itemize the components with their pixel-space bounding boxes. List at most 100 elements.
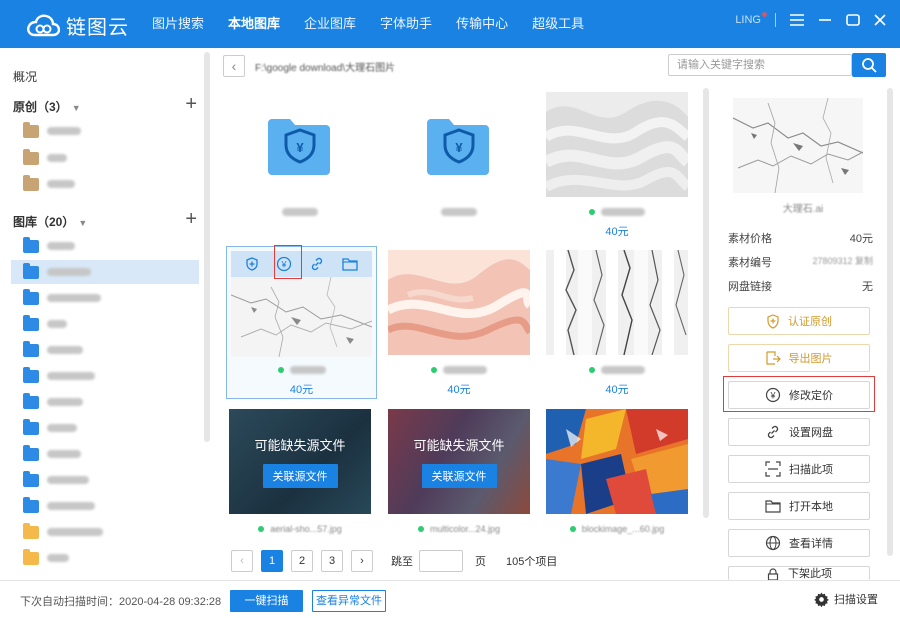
shield-plus-icon[interactable] (245, 257, 259, 271)
sidebar-item[interactable] (11, 338, 199, 362)
prop-price: 素材价格 40元 (728, 230, 873, 246)
page-jump-input[interactable] (419, 550, 463, 572)
sidebar-overview[interactable]: 概况 (13, 68, 37, 85)
search-input[interactable]: 请输入关键字搜索 (668, 54, 852, 76)
link-icon[interactable] (309, 256, 325, 272)
link-source-button[interactable]: 关联源文件 (421, 464, 497, 488)
close-icon[interactable] (874, 14, 886, 26)
verify-original-button[interactable]: 认证原创 (728, 307, 870, 335)
folder-card[interactable]: ¥ (229, 92, 371, 219)
sidebar: 概况 原创（3） ▼ + 图库（20） ▼ + (5, 48, 205, 580)
group-label: 图库（20） (13, 215, 75, 229)
view-errors-button[interactable]: 查看异常文件 (312, 590, 386, 612)
item-label (47, 476, 89, 484)
next-page-button[interactable]: › (351, 550, 373, 572)
sidebar-scrollbar[interactable] (204, 52, 210, 442)
sidebar-item[interactable] (11, 546, 199, 570)
scan-icon (765, 461, 781, 477)
page-3-button[interactable]: 3 (321, 550, 343, 572)
app-logo[interactable]: 链图云 (26, 11, 129, 40)
folder-card[interactable]: ¥ (388, 92, 530, 219)
sidebar-item[interactable] (11, 442, 199, 466)
cloud-logo-icon (27, 14, 60, 36)
link-source-button[interactable]: 关联源文件 (262, 464, 338, 488)
sidebar-item[interactable] (11, 494, 199, 518)
minimize-icon[interactable] (818, 14, 832, 26)
one-click-scan-button[interactable]: 一键扫描 (230, 590, 303, 612)
user-name: LING (735, 14, 761, 26)
nav-transfer-center[interactable]: 传输中心 (444, 0, 520, 48)
status-dot (417, 526, 424, 532)
nav-local-gallery[interactable]: 本地图库 (216, 0, 292, 48)
sidebar-item[interactable] (11, 119, 199, 143)
status-dot (589, 209, 595, 215)
sidebar-item[interactable] (11, 390, 199, 414)
nav-font-assistant[interactable]: 字体助手 (368, 0, 444, 48)
sidebar-item[interactable] (11, 146, 199, 170)
item-label (47, 268, 91, 276)
sidebar-item-selected[interactable] (11, 260, 199, 284)
folder-icon (23, 174, 39, 191)
sidebar-item[interactable] (11, 312, 199, 336)
status-dot (431, 367, 437, 373)
card-name (441, 208, 477, 216)
title-bar: 链图云 图片搜索 本地图库 企业图库 字体助手 传输中心 超级工具 LING (0, 0, 900, 48)
sidebar-item[interactable] (11, 364, 199, 388)
image-card[interactable]: 40元 (546, 250, 688, 397)
status-dot (258, 526, 265, 532)
notification-dot (762, 12, 767, 17)
sidebar-item[interactable] (11, 172, 199, 196)
set-cloud-button[interactable]: 设置网盘 (728, 418, 870, 446)
folder-icon (765, 500, 781, 513)
folder-icon (23, 470, 39, 487)
sidebar-item[interactable] (11, 416, 199, 440)
scan-settings-button[interactable]: 扫描设置 (814, 591, 878, 607)
menu-icon[interactable] (790, 14, 804, 26)
missing-source-overlay: 可能缺失源文件 关联源文件 (388, 409, 530, 514)
sidebar-item[interactable] (11, 286, 199, 310)
image-card[interactable]: 可能缺失源文件 关联源文件 multicolor...24.jpg (388, 409, 530, 536)
user-account[interactable]: LING (735, 12, 767, 26)
prev-page-button[interactable]: ‹ (231, 550, 253, 572)
image-card[interactable]: 40元 (388, 250, 530, 397)
status-dot (277, 367, 284, 373)
image-card[interactable]: blockimage_...60.jpg (546, 409, 688, 536)
back-button[interactable]: ‹ (223, 55, 245, 77)
main-scrollbar[interactable] (703, 88, 709, 518)
prop-value[interactable]: 27809312 复制 (812, 254, 873, 270)
maximize-icon[interactable] (846, 14, 860, 26)
thumbnail: 可能缺失源文件 关联源文件 (229, 409, 371, 514)
unpublish-button[interactable]: 下架此项 (728, 566, 870, 580)
folder-icon (23, 288, 39, 305)
prop-label: 素材价格 (728, 233, 772, 245)
image-card[interactable]: 可能缺失源文件 关联源文件 aerial-sho...57.jpg (229, 409, 371, 536)
add-original-icon[interactable]: + (185, 94, 197, 114)
sidebar-group-gallery[interactable]: 图库（20） ▼ (13, 213, 87, 230)
search-button[interactable] (852, 53, 886, 77)
page-2-button[interactable]: 2 (291, 550, 313, 572)
marble-image (231, 277, 372, 357)
folder-icon (23, 418, 39, 435)
nav-enterprise-gallery[interactable]: 企业图库 (292, 0, 368, 48)
sidebar-item[interactable] (11, 234, 199, 258)
export-image-button[interactable]: 导出图片 (728, 344, 870, 372)
detail-scrollbar[interactable] (887, 88, 893, 556)
nav-super-tools[interactable]: 超级工具 (520, 0, 596, 48)
sidebar-item[interactable] (11, 520, 199, 544)
nav-image-search[interactable]: 图片搜索 (140, 0, 216, 48)
scan-item-button[interactable]: 扫描此项 (728, 455, 870, 483)
folder-icon[interactable] (341, 257, 358, 271)
item-label (47, 424, 77, 432)
sidebar-item[interactable] (11, 468, 199, 492)
prop-value: 40元 (849, 233, 873, 245)
open-local-button[interactable]: 打开本地 (728, 492, 870, 520)
add-gallery-icon[interactable]: + (185, 209, 197, 229)
page-1-button[interactable]: 1 (261, 550, 283, 572)
view-details-button[interactable]: 查看详情 (728, 529, 870, 557)
globe-icon (765, 535, 781, 551)
detail-filename: 大理石.ai (782, 204, 824, 215)
folder-icon (23, 548, 39, 565)
image-card[interactable]: 40元 (546, 92, 688, 239)
card-caption: aerial-sho...57.jpg (229, 522, 371, 536)
sidebar-group-original[interactable]: 原创（3） ▼ (13, 98, 81, 115)
